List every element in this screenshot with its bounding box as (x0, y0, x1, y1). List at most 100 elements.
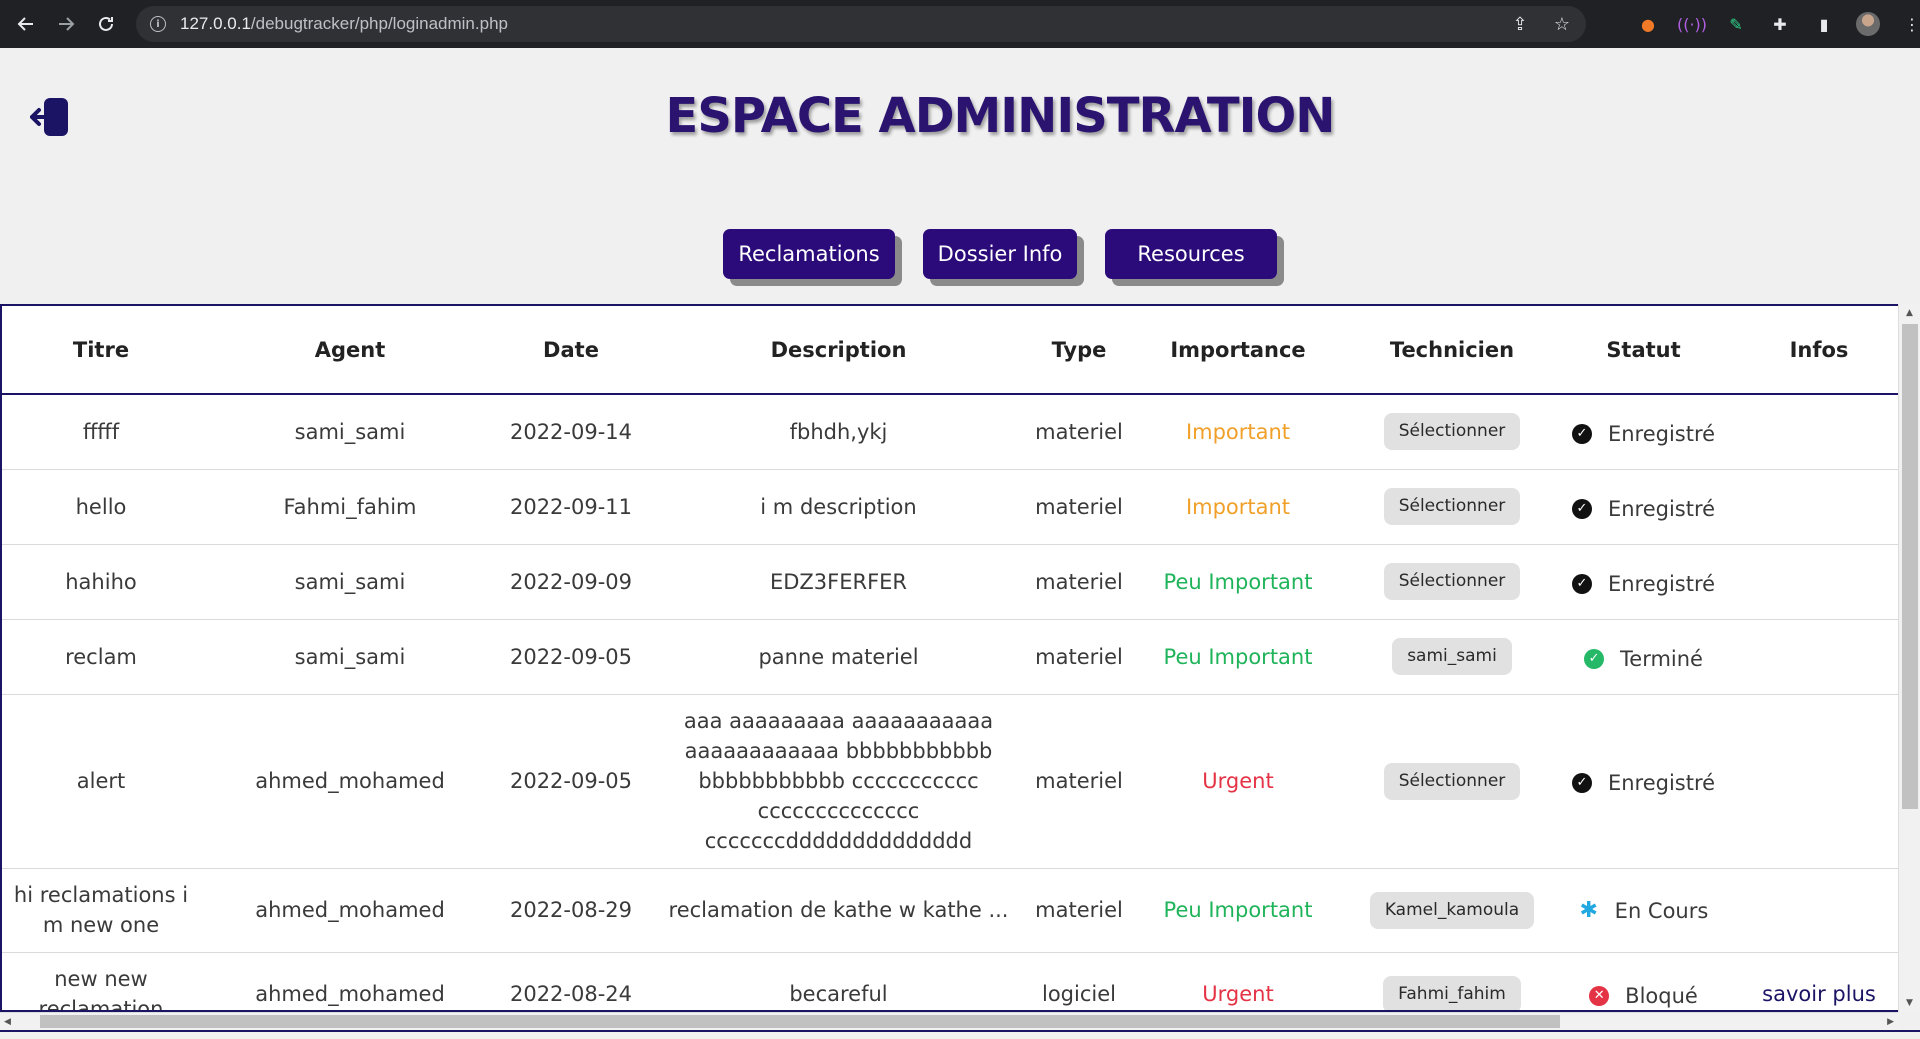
cell-type: materiel (1035, 469, 1123, 545)
cell-technicien: Sélectionner (1353, 544, 1551, 620)
statut-label: Enregistré (1607, 421, 1716, 446)
extension-fire-icon[interactable]: ● (1636, 12, 1660, 36)
header-type[interactable]: Type (1035, 306, 1123, 395)
header-agent[interactable]: Agent (200, 306, 500, 395)
cell-titre: new new reclamation (2, 952, 200, 1010)
cell-type: materiel (1035, 619, 1123, 695)
table-row[interactable]: hello Fahmi_fahim 2022-09-11 i m descrip… (2, 469, 1900, 545)
technicien-select-button[interactable]: Sélectionner (1383, 563, 1521, 600)
cell-description: aaa aaaaaaaaa aaaaaaaaaaa aaaaaaaaaaaa b… (642, 694, 1035, 869)
horizontal-scrollbar[interactable]: ◀ ▶ (0, 1012, 1898, 1030)
technicien-badge[interactable]: Kamel_kamoula (1369, 891, 1535, 929)
browser-toolbar: i 127.0.0.1/debugtracker/php/loginadmin.… (0, 0, 1920, 48)
cell-agent: sami_sami (200, 394, 500, 470)
share-icon[interactable]: ⇪ (1510, 14, 1530, 35)
puzzle-icon[interactable]: ✚ (1768, 12, 1792, 36)
scroll-down-arrow-icon[interactable]: ▼ (1899, 994, 1920, 1012)
header-date[interactable]: Date (500, 306, 642, 395)
cell-date: 2022-09-11 (500, 469, 642, 545)
cell-description: reclamation de kathe w kathe ... (642, 868, 1035, 953)
cell-titre: hahiho (2, 544, 200, 620)
savoir-plus-link[interactable]: savoir plus (1762, 982, 1876, 1006)
vertical-scrollbar[interactable]: ▲ ▼ (1898, 304, 1920, 1012)
header-titre[interactable]: Titre (2, 306, 200, 395)
cell-date: 2022-08-24 (500, 952, 642, 1010)
cell-infos (1736, 469, 1900, 545)
table-row[interactable]: alert ahmed_mohamed 2022-09-05 aaa aaaaa… (2, 694, 1900, 869)
cell-importance: Urgent (1123, 694, 1353, 869)
cell-statut: ✕ Bloqué (1551, 952, 1736, 1010)
statut-label: Bloqué (1625, 984, 1698, 1008)
reclamations-button[interactable]: Reclamations (723, 229, 895, 279)
horizontal-scroll-thumb[interactable] (40, 1015, 1560, 1028)
reclamations-table-panel: Titre Agent Date Description Type Import… (0, 304, 1900, 1012)
nav-tabs: Reclamations Dossier Info Resources (0, 229, 1920, 279)
side-panel-icon[interactable]: ▮ (1812, 12, 1836, 36)
technicien-select-button[interactable]: Sélectionner (1383, 762, 1521, 800)
table-row[interactable]: hahiho sami_sami 2022-09-09 EDZ3FERFER m… (2, 544, 1900, 620)
cell-agent: ahmed_mohamed (200, 868, 500, 953)
cell-statut: ✱ En Cours (1551, 868, 1736, 953)
header-infos[interactable]: Infos (1736, 306, 1900, 395)
technicien-select-button[interactable]: Sélectionner (1383, 413, 1521, 451)
header-importance[interactable]: Importance (1123, 306, 1353, 395)
reload-icon[interactable] (86, 4, 126, 44)
cell-statut: ✓ Enregistré (1551, 469, 1736, 545)
scroll-up-arrow-icon[interactable]: ▲ (1899, 304, 1920, 322)
technicien-badge[interactable]: sami_sami (1392, 638, 1512, 675)
cell-type: materiel (1035, 544, 1123, 620)
cell-infos (1736, 544, 1900, 620)
extension-pen-icon[interactable]: ✎ (1724, 12, 1748, 36)
statut-label: En Cours (1614, 898, 1709, 923)
check-circle-icon: ✓ (1571, 423, 1592, 444)
table-row[interactable]: new new reclamation ahmed_mohamed 2022-0… (2, 952, 1900, 1010)
technicien-select-button[interactable]: Sélectionner (1383, 488, 1521, 525)
cell-infos: savoir plus (1736, 952, 1900, 1010)
info-icon[interactable]: i (150, 16, 166, 32)
cell-type: logiciel (1035, 952, 1123, 1010)
cell-date: 2022-09-05 (500, 619, 642, 695)
cell-importance: Peu Important (1123, 544, 1353, 620)
reclamations-table: Titre Agent Date Description Type Import… (2, 306, 1900, 1010)
cell-agent: Fahmi_fahim (200, 469, 500, 545)
cell-technicien: Fahmi_fahim (1353, 952, 1551, 1010)
cell-technicien: Sélectionner (1353, 394, 1551, 470)
extension-broadcast-icon[interactable]: ((·)) (1677, 12, 1707, 36)
cell-statut: ✓ Enregistré (1551, 394, 1736, 470)
cell-type: materiel (1035, 394, 1123, 470)
table-row[interactable]: hi reclamations i m new one ahmed_mohame… (2, 868, 1900, 953)
bottom-border (0, 1030, 1920, 1039)
header-technicien[interactable]: Technicien (1353, 306, 1551, 395)
table-row[interactable]: reclam sami_sami 2022-09-05 panne materi… (2, 619, 1900, 695)
cell-importance: Important (1123, 394, 1353, 470)
cell-date: 2022-09-14 (500, 394, 642, 470)
cell-infos (1736, 619, 1900, 695)
dossier-info-button[interactable]: Dossier Info (922, 229, 1078, 279)
header-description[interactable]: Description (642, 306, 1035, 395)
forward-icon[interactable] (46, 4, 86, 44)
page-title: ESPACE ADMINISTRATION (665, 88, 1336, 144)
vertical-scroll-thumb[interactable] (1902, 324, 1918, 809)
table-row[interactable]: fffff sami_sami 2022-09-14 fbhdh,ykj mat… (2, 394, 1900, 470)
cell-technicien: Sélectionner (1353, 469, 1551, 545)
scroll-right-arrow-icon[interactable]: ▶ (1887, 1013, 1894, 1031)
scroll-left-arrow-icon[interactable]: ◀ (4, 1013, 11, 1031)
table-header-row: Titre Agent Date Description Type Import… (2, 306, 1900, 395)
menu-dots-icon[interactable]: ⋮ (1900, 12, 1920, 36)
cell-importance: Urgent (1123, 952, 1353, 1010)
cell-agent: sami_sami (200, 544, 500, 620)
check-circle-green-icon: ✓ (1584, 648, 1605, 669)
cell-description: fbhdh,ykj (642, 394, 1035, 470)
address-bar[interactable]: i 127.0.0.1/debugtracker/php/loginadmin.… (136, 6, 1586, 42)
resources-button[interactable]: Resources (1105, 229, 1277, 279)
star-icon[interactable]: ☆ (1552, 14, 1572, 35)
profile-avatar[interactable] (1856, 12, 1880, 36)
back-icon[interactable] (6, 4, 46, 44)
check-circle-icon: ✓ (1571, 573, 1592, 594)
url-text[interactable]: 127.0.0.1/debugtracker/php/loginadmin.ph… (180, 14, 508, 34)
cell-statut: ✓ Enregistré (1551, 694, 1736, 869)
technicien-badge[interactable]: Fahmi_fahim (1383, 975, 1521, 1010)
statut-label: Terminé (1620, 646, 1703, 671)
header-statut[interactable]: Statut (1551, 306, 1736, 395)
cell-description: i m description (642, 469, 1035, 545)
